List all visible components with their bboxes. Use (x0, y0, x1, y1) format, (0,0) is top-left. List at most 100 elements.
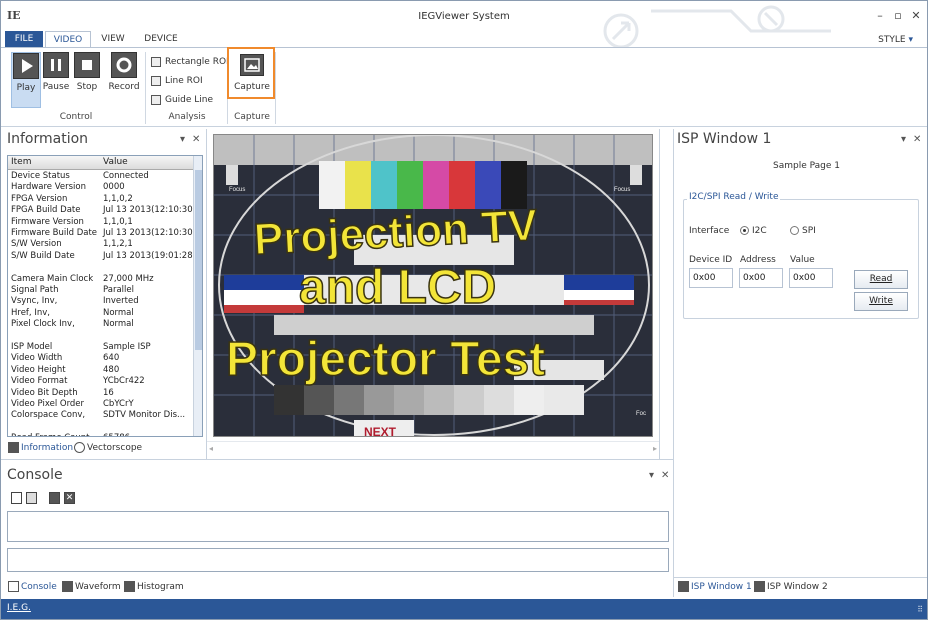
table-row[interactable]: Video Height 480 (8, 365, 194, 376)
row-item: Href, Inv, (11, 307, 50, 318)
save-icon[interactable] (49, 492, 60, 504)
read-button[interactable]: Read (854, 270, 908, 289)
maximize-button[interactable]: ▫ (891, 9, 905, 23)
new-document-icon[interactable] (11, 492, 22, 504)
table-row[interactable]: Video Format YCbCr422 (8, 376, 194, 387)
scroll-right-icon[interactable]: ▸ (653, 444, 657, 453)
console-close-icon[interactable]: ✕ (661, 470, 669, 481)
tab-file[interactable]: FILE (5, 31, 43, 47)
row-item: Video Bit Depth (11, 387, 78, 398)
table-row[interactable]: S/W Build Date Jul 13 2013(19:01:28) (8, 251, 196, 262)
style-menu[interactable]: STYLE ▾ (878, 35, 913, 45)
tab-waveform[interactable]: Waveform (61, 579, 121, 595)
stop-button[interactable]: Stop (72, 52, 102, 108)
tab-view[interactable]: VIEW (93, 31, 133, 47)
table-row[interactable]: Firmware Build Date Jul 13 2013(12:10:30) (8, 228, 196, 239)
table-row[interactable] (8, 422, 194, 433)
spi-radio[interactable] (790, 226, 799, 235)
table-row[interactable]: FPGA Build Date Jul 13 2013(12:10:30) (8, 205, 196, 216)
pane-splitter[interactable] (206, 129, 207, 459)
pane-menu-icon[interactable]: ▾ (180, 134, 185, 145)
table-row[interactable]: FPGA Version 1,1,0,2 (8, 194, 194, 205)
pane-splitter-right[interactable] (673, 129, 674, 597)
console-output[interactable] (7, 511, 669, 542)
video-focus-tl: Focus (229, 187, 245, 193)
scroll-left-icon[interactable]: ◂ (209, 444, 213, 453)
table-row[interactable] (8, 262, 194, 273)
vectorscope-icon (74, 442, 85, 453)
address-field[interactable]: 0x00 (739, 268, 783, 288)
console-input[interactable] (7, 548, 669, 572)
tab-video[interactable]: VIDEO (45, 31, 91, 47)
tab-isp-window-1-label: ISP Window 1 (691, 582, 752, 592)
tab-isp-window-1[interactable]: ISP Window 1 (677, 579, 752, 595)
scrollbar-thumb[interactable] (195, 170, 202, 350)
video-view[interactable]: Gr Focus Focus Foc Projection TV and LCD… (213, 134, 653, 437)
table-row[interactable]: Device Status Connected (8, 171, 194, 182)
tab-isp-window-2[interactable]: ISP Window 2 (753, 579, 828, 595)
record-button[interactable]: Record (107, 52, 141, 108)
clear-icon[interactable]: ✕ (64, 492, 75, 504)
isp-close-icon[interactable]: ✕ (913, 134, 921, 145)
horizontal-scrollbar[interactable]: ◂ ▸ (207, 441, 659, 457)
tab-isp-window-2-label: ISP Window 2 (767, 582, 828, 592)
row-item: FPGA Build Date (11, 205, 81, 216)
pause-icon (43, 52, 69, 78)
row-item: Read Frame Count (11, 433, 90, 436)
resize-grip-icon[interactable]: ⠿ (917, 605, 923, 614)
table-row[interactable]: Video Pixel Order CbYCrY (8, 399, 194, 410)
row-item: Hardware Version (11, 182, 86, 193)
line-roi-label: Line ROI (165, 76, 203, 86)
column-header-value[interactable]: Value (103, 157, 128, 167)
table-row[interactable] (8, 331, 194, 342)
i2c-radio[interactable] (740, 226, 749, 235)
rectangle-roi-label: Rectangle ROI (165, 57, 229, 67)
table-row[interactable]: Camera Main Clock 27,000 MHz (8, 274, 194, 285)
table-row[interactable]: Video Width 640 (8, 353, 194, 364)
row-value: 480 (103, 364, 120, 375)
table-row[interactable]: S/W Version 1,1,2,1 (8, 239, 194, 250)
document-list-icon[interactable] (26, 492, 37, 504)
pane-close-icon[interactable]: ✕ (192, 134, 200, 145)
pause-button[interactable]: Pause (41, 52, 71, 108)
table-row[interactable]: Pixel Clock Inv, Normal (8, 319, 194, 330)
column-header-item[interactable]: Item (11, 157, 32, 167)
line-roi-button[interactable]: Line ROI (149, 73, 203, 89)
tab-histogram[interactable]: Histogram (123, 579, 184, 595)
video-vscroll-track[interactable] (659, 129, 660, 459)
table-row[interactable]: Vsync, Inv, Inverted (8, 296, 194, 307)
tab-console[interactable]: Console (7, 579, 57, 595)
tab-information[interactable]: Information (7, 440, 73, 456)
value-field[interactable]: 0x00 (789, 268, 833, 288)
ribbon-separator (275, 52, 276, 124)
tab-device[interactable]: DEVICE (137, 31, 185, 47)
spi-radio-label[interactable]: SPI (802, 226, 816, 236)
i2c-radio-label[interactable]: I2C (752, 226, 767, 236)
write-button[interactable]: Write (854, 292, 908, 311)
console-splitter[interactable] (1, 459, 673, 460)
rectangle-roi-button[interactable]: Rectangle ROI (149, 54, 229, 70)
guide-line-button[interactable]: Guide Line (149, 92, 213, 108)
vertical-scrollbar[interactable] (193, 156, 202, 436)
table-row[interactable]: Hardware Version 0000 (8, 182, 194, 193)
row-value: Inverted (103, 296, 139, 307)
minimize-button[interactable]: – (873, 9, 887, 23)
isp-menu-icon[interactable]: ▾ (901, 134, 906, 145)
tab-vectorscope[interactable]: Vectorscope (73, 440, 142, 456)
close-button[interactable]: ✕ (909, 9, 923, 23)
table-row[interactable]: Href, Inv, Normal (8, 308, 194, 319)
console-menu-icon[interactable]: ▾ (649, 470, 654, 481)
table-row[interactable]: ISP Model Sample ISP (8, 342, 194, 353)
table-row[interactable]: Video Bit Depth 16 (8, 388, 194, 399)
table-row[interactable]: Signal Path Parallel (8, 285, 194, 296)
row-value: Sample ISP (103, 342, 151, 352)
table-row[interactable]: Colorspace Conv, SDTV Monitor Dis... (8, 410, 194, 421)
device-id-field[interactable]: 0x00 (689, 268, 733, 288)
table-row[interactable]: Read Frame Count 65786 (8, 433, 194, 436)
play-button[interactable]: Play (11, 52, 41, 108)
row-value: 1,1,0,1 (103, 216, 133, 227)
table-header: Item Value (8, 156, 194, 170)
status-link[interactable]: I.E.G. (7, 603, 31, 613)
table-row[interactable]: Firmware Version 1,1,0,1 (8, 217, 194, 228)
tab-information-label: Information (21, 443, 74, 453)
